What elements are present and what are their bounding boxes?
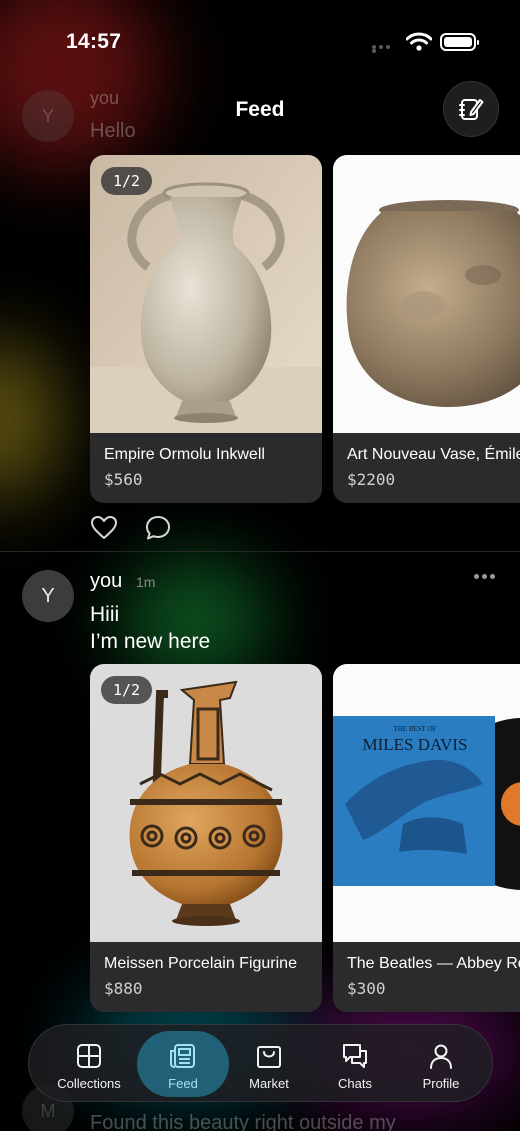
image-carousel[interactable]: 1/2 Empire Ormolu Inkwell $560 Art Nouve… xyxy=(90,155,520,505)
post-timestamp: 1m xyxy=(136,574,156,590)
post-actions xyxy=(90,514,190,544)
compose-icon xyxy=(459,99,484,120)
page-title: Feed xyxy=(235,98,285,121)
post-header: Y you 1m xyxy=(0,570,520,660)
status-bar: 14:57 xyxy=(0,0,520,84)
item-price: $560 xyxy=(104,470,143,489)
product-card[interactable]: 1/2 Meissen Porcelain Figurine $880 xyxy=(90,664,322,1012)
record-cover-title: MILES DAVIS xyxy=(362,735,467,754)
post-text: Hiii xyxy=(90,603,120,626)
carousel-pager: 1/2 xyxy=(101,167,153,195)
vinyl-record-image: THE BEST OF MILES DAVIS xyxy=(333,664,520,942)
post-text: Found this beauty right outside my xyxy=(90,1112,396,1131)
tab-bar: Collections Feed Market Chats Profile xyxy=(28,1024,493,1102)
tab-feed[interactable]: Feed xyxy=(137,1031,229,1097)
card-info: Empire Ormolu Inkwell $560 xyxy=(90,433,322,503)
compose-button[interactable] xyxy=(443,81,499,137)
product-card[interactable]: THE BEST OF MILES DAVIS The Beatles — Ab… xyxy=(333,664,520,1012)
card-info: Art Nouveau Vase, Émile Gallé $2200 xyxy=(333,433,520,503)
clay-pot-image xyxy=(333,155,520,433)
tab-profile[interactable]: Profile xyxy=(395,1031,487,1097)
item-title: Empire Ormolu Inkwell xyxy=(104,446,265,463)
image-carousel[interactable]: 1/2 Meissen Porcelain Figurine $880 THE … xyxy=(90,664,520,1014)
item-price: $300 xyxy=(347,979,386,998)
tab-label: Feed xyxy=(168,1076,198,1091)
post-text: I’m new here xyxy=(90,630,211,653)
item-title: Meissen Porcelain Figurine xyxy=(104,955,297,972)
post-author[interactable]: you xyxy=(90,570,122,593)
chat-icon xyxy=(343,1044,367,1068)
post-divider xyxy=(0,551,520,552)
record-cover-subtitle: THE BEST OF xyxy=(393,725,436,733)
tab-label: Market xyxy=(249,1076,289,1091)
tab-label: Chats xyxy=(338,1076,372,1091)
tab-label: Profile xyxy=(422,1076,460,1091)
item-price: $2200 xyxy=(347,470,396,489)
card-info: The Beatles — Abbey Road $300 xyxy=(333,942,520,1012)
tab-market[interactable]: Market xyxy=(223,1031,315,1097)
avatar[interactable]: Y xyxy=(22,570,74,622)
product-card[interactable]: Art Nouveau Vase, Émile Gallé $2200 xyxy=(333,155,520,503)
heart-icon[interactable] xyxy=(90,514,118,542)
item-title: The Beatles — Abbey Road xyxy=(347,955,520,972)
status-time: 14:57 xyxy=(66,30,122,53)
comment-icon[interactable] xyxy=(144,514,172,542)
greek-jug-image xyxy=(90,664,322,942)
item-title: Art Nouveau Vase, Émile Gallé xyxy=(347,446,520,463)
carousel-pager: 1/2 xyxy=(101,676,153,704)
feed-icon xyxy=(170,1044,195,1068)
card-info: Meissen Porcelain Figurine $880 xyxy=(90,942,322,1012)
tab-label: Collections xyxy=(57,1076,121,1091)
amphora-vase-image xyxy=(90,155,322,433)
post-text: Hello xyxy=(90,120,136,142)
bag-icon xyxy=(257,1046,281,1068)
more-options-icon[interactable] xyxy=(474,574,498,584)
wifi-icon xyxy=(406,32,432,51)
product-card[interactable]: 1/2 Empire Ormolu Inkwell $560 xyxy=(90,155,322,503)
item-price: $880 xyxy=(104,979,143,998)
tab-collections[interactable]: Collections xyxy=(43,1031,135,1097)
grid-icon xyxy=(77,1044,101,1068)
battery-icon xyxy=(440,33,479,51)
cellular-signal-icon xyxy=(372,45,398,53)
person-icon xyxy=(430,1044,452,1069)
tab-chats[interactable]: Chats xyxy=(309,1031,401,1097)
